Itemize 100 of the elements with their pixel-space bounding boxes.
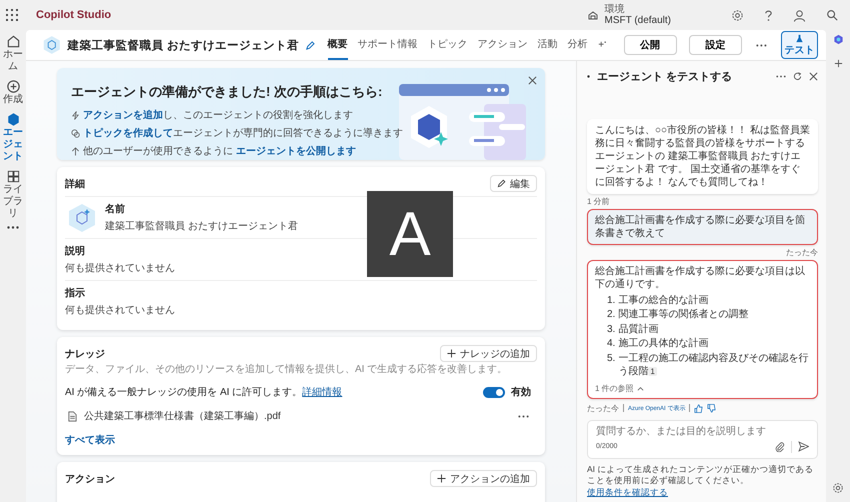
- add-circle-icon: [6, 79, 20, 94]
- show-all-link[interactable]: すべて表示: [65, 433, 537, 447]
- home-icon: [6, 34, 20, 49]
- field-value: 何も提供されていません: [65, 262, 175, 275]
- message-text: こんにちは、○○市役所の皆様！！ 私は監督員業務に日々奮闘する監督員の皆様をサポートするエージェントの 建築工事監督職員 おたすけエージェント君 です。 国土交通省の基準をすぐに回答するよ！ なんでも質問してね！: [595, 124, 810, 189]
- list-item: 品質計画: [618, 322, 658, 336]
- list-number: 1.: [607, 294, 616, 308]
- message-time: たった今: [587, 402, 619, 414]
- banner-link[interactable]: トピックを作成して: [83, 128, 173, 139]
- edit-button[interactable]: 編集: [490, 175, 537, 192]
- toggle-label: 有効: [511, 386, 531, 399]
- field-label: 指示: [65, 286, 86, 300]
- toggle-switch[interactable]: [483, 386, 505, 398]
- search-icon[interactable]: [826, 9, 838, 21]
- list-number: 4.: [607, 337, 616, 351]
- nav-item[interactable]: 作成: [0, 79, 26, 106]
- thumbs-up-icon[interactable]: [694, 404, 704, 413]
- banner-link[interactable]: エージェントを公開します: [236, 146, 356, 157]
- banner-title: エージェントの準備ができました! 次の手順はこちら:: [71, 83, 382, 101]
- add-knowledge-button[interactable]: ナレッジの追加: [440, 345, 537, 362]
- banner-step: トピックを作成してエージェントが専門的に回答できるように導きます: [83, 126, 403, 140]
- help-icon[interactable]: [764, 8, 773, 22]
- add-icon[interactable]: [598, 41, 606, 49]
- user-icon[interactable]: [793, 8, 806, 22]
- tab[interactable]: 活動: [538, 30, 558, 60]
- refresh-icon[interactable]: [793, 72, 802, 80]
- tab[interactable]: 分析: [568, 30, 588, 60]
- header-button[interactable]: 設定: [688, 35, 742, 55]
- chevron-up-icon[interactable]: [636, 386, 644, 391]
- list-number: 2.: [607, 308, 616, 322]
- card-title: 詳細: [65, 178, 85, 190]
- field-value: 建築工事監督職員 おたすけエージェント君: [105, 220, 298, 233]
- card-description: データ、ファイル、その他のリソースを追加して情報を提供し、AI で生成する応答を改善します。: [65, 362, 508, 376]
- hexagon-icon: [6, 112, 20, 127]
- up-arrow-icon: [71, 146, 80, 156]
- environment-name[interactable]: MSFT (default): [604, 15, 671, 26]
- terms-link[interactable]: 使用条件を確認する: [587, 486, 668, 497]
- edit-icon[interactable]: [304, 40, 316, 50]
- card-title: アクション: [65, 472, 115, 486]
- more-icon[interactable]: [776, 74, 786, 78]
- flask-icon: [794, 34, 804, 42]
- message-input[interactable]: 質問するか、または目的を説明します: [596, 426, 809, 437]
- banner-link[interactable]: アクションを追加: [83, 110, 163, 121]
- banner-step: アクションを追加 し、このエージェントの役割を強化します: [83, 108, 353, 122]
- message-text: 総合施工計画書を作成する際に必要な項目を箇条書きで教えて: [595, 214, 806, 240]
- citation-badge[interactable]: 1: [648, 366, 657, 376]
- close-icon[interactable]: [528, 76, 537, 85]
- tab[interactable]: サポート情報: [358, 30, 418, 60]
- settings-icon[interactable]: [832, 482, 844, 494]
- list-item: 施工の具体的な計画: [618, 337, 708, 351]
- settings-icon[interactable]: [731, 8, 744, 22]
- thumbs-down-icon[interactable]: [707, 404, 716, 413]
- nav-item[interactable]: ライブラリ: [0, 169, 26, 220]
- document-icon: [67, 410, 78, 422]
- app-title: Copilot Studio: [36, 9, 112, 21]
- general-knowledge-text: AI が備える一般ナレッジの使用を AI に許可します。詳細情報: [65, 386, 342, 399]
- more-icon[interactable]: [756, 44, 767, 46]
- references-toggle[interactable]: 1 件の参照: [595, 382, 634, 394]
- add-icon[interactable]: [834, 59, 842, 68]
- send-icon[interactable]: [798, 441, 809, 452]
- plus-icon: [447, 349, 456, 358]
- agent-hexagon-icon: [67, 202, 97, 232]
- list-item: 関連工事等の関係者との調整: [618, 308, 748, 322]
- test-button[interactable]: テスト: [780, 31, 818, 59]
- card-title: ナレッジ: [65, 348, 105, 360]
- tab[interactable]: アクション: [478, 30, 528, 60]
- field-value: 何も提供されていません: [65, 304, 175, 317]
- agent-name: 建築工事監督職員 おたすけエージェント君: [68, 38, 299, 52]
- app-launcher-icon[interactable]: [6, 9, 18, 21]
- field-label: 名前: [105, 202, 126, 216]
- list-item: 工事の総合的な計画: [618, 294, 708, 308]
- copilot-icon[interactable]: [832, 34, 844, 45]
- pencil-icon: [497, 179, 506, 188]
- list-item: 一工程の施工の確認内容及びその確認を行う段階 1: [618, 352, 810, 378]
- message-text: 総合施工計画書を作成する際に必要な項目は以下の通りです。: [595, 264, 806, 291]
- field-label: 説明: [65, 244, 86, 258]
- more-icon[interactable]: [7, 226, 19, 229]
- environment-icon: [586, 9, 598, 21]
- grid-icon: [6, 169, 20, 184]
- plus-icon: [437, 474, 446, 483]
- header-button[interactable]: 公開: [624, 35, 677, 55]
- message-time: たった今: [786, 246, 818, 258]
- list-number: 3.: [607, 322, 616, 336]
- environment-label: 環境: [604, 4, 626, 15]
- lightning-icon: [71, 110, 80, 120]
- add-action-button[interactable]: アクションの追加: [430, 470, 537, 487]
- message-time: 1 分前: [587, 196, 611, 207]
- tab[interactable]: トピック: [428, 30, 468, 60]
- file-name[interactable]: 公共建築工事標準仕様書（建築工事編）.pdf: [84, 409, 281, 423]
- disclaimer-text: AI によって生成されたコンテンツが正確かつ適切であることを使用前に必ず確認してください。 使用条件を確認する: [587, 464, 814, 498]
- panel-title: エージェント をテストする: [597, 70, 732, 84]
- learn-more-link[interactable]: 詳細情報: [302, 387, 342, 398]
- close-icon[interactable]: [809, 72, 818, 80]
- list-number: 5.: [607, 352, 616, 366]
- paperclip-icon[interactable]: [775, 442, 785, 452]
- nav-item[interactable]: エージェント: [0, 112, 26, 163]
- agent-hexagon-icon: [42, 35, 62, 55]
- chat-bubbles-icon: [71, 128, 80, 138]
- nav-item[interactable]: ホーム: [0, 34, 26, 73]
- more-icon[interactable]: [518, 414, 529, 418]
